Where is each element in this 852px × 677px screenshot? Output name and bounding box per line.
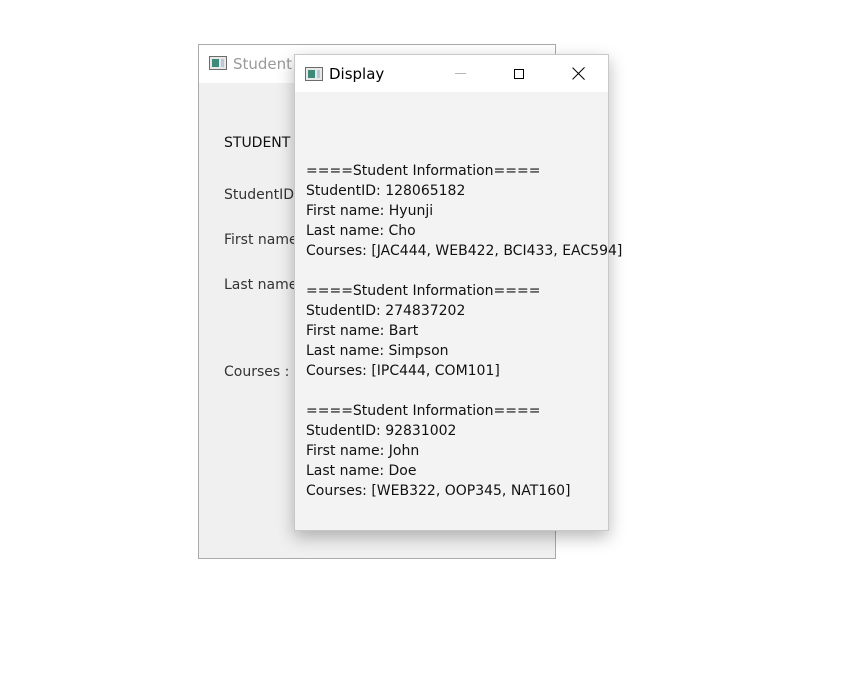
first-name-label: First name: [224, 232, 298, 248]
close-button[interactable]: [555, 55, 601, 92]
student-id-label: StudentID: [224, 187, 295, 203]
app-window-icon: [305, 67, 323, 81]
minimize-icon: [454, 73, 466, 74]
maximize-button[interactable]: [496, 55, 542, 92]
student-info-text: ====Student Information==== StudentID: 1…: [306, 163, 623, 499]
minimize-button[interactable]: [437, 55, 483, 92]
form-heading: STUDENT I: [224, 135, 299, 151]
close-icon: [572, 67, 585, 80]
maximize-icon: [514, 68, 524, 79]
display-window-title: Display: [329, 65, 385, 83]
last-name-label: Last name: [224, 277, 298, 293]
courses-label: Courses :: [224, 364, 290, 380]
display-window-titlebar[interactable]: Display: [295, 55, 608, 92]
display-window[interactable]: Display ====Student Information==== Stud…: [294, 54, 622, 531]
app-window-icon: [209, 56, 227, 70]
